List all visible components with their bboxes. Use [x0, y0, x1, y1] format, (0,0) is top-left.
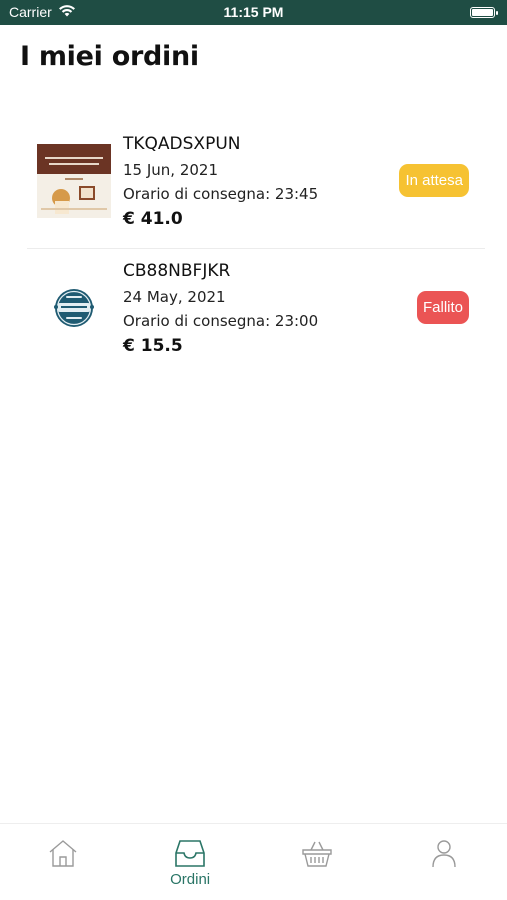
- tab-ordini-label: Ordini: [170, 871, 211, 888]
- inbox-icon: [175, 840, 205, 867]
- order-thumbnail-icon: [37, 271, 111, 345]
- order-price: € 15.5: [123, 336, 183, 356]
- order-delivery-time: Orario di consegna: 23:00: [123, 312, 319, 330]
- home-icon: [49, 840, 77, 867]
- status-bar: Carrier 11:15 PM: [0, 0, 507, 25]
- order-date: 15 Jun, 2021: [123, 161, 219, 179]
- order-info: TKQADSXPUN 15 Jun, 2021 Orario di conseg…: [123, 134, 318, 229]
- orders-list: TKQADSXPUN 15 Jun, 2021 Orario di conseg…: [0, 122, 507, 374]
- order-price: € 41.0: [123, 209, 183, 229]
- status-badge: Fallito: [416, 291, 469, 324]
- tab-ordini[interactable]: Ordini: [127, 824, 254, 900]
- orders-screen: Carrier 11:15 PM I miei ordini TKQADSXPU…: [0, 0, 507, 900]
- tab-home[interactable]: [0, 824, 127, 900]
- profile-icon: [431, 840, 456, 868]
- tab-profile[interactable]: [380, 824, 507, 900]
- order-code: CB88NBFJKR: [123, 261, 231, 281]
- page-title: I miei ordini: [20, 41, 199, 72]
- tab-basket[interactable]: [254, 824, 381, 900]
- order-info: CB88NBFJKR 24 May, 2021 Orario di conseg…: [123, 261, 318, 356]
- status-badge: In attesa: [399, 164, 469, 197]
- order-item[interactable]: CB88NBFJKR 24 May, 2021 Orario di conseg…: [27, 248, 485, 374]
- order-date: 24 May, 2021: [123, 288, 226, 306]
- order-item[interactable]: TKQADSXPUN 15 Jun, 2021 Orario di conseg…: [27, 122, 485, 248]
- order-thumbnail-icon: [37, 144, 111, 218]
- basket-icon: [302, 841, 332, 867]
- tab-bar: Ordini: [0, 823, 507, 900]
- battery-icon: [470, 7, 498, 18]
- order-code: TKQADSXPUN: [123, 134, 241, 154]
- order-delivery-time: Orario di consegna: 23:45: [123, 185, 319, 203]
- status-time: 11:15 PM: [223, 4, 284, 20]
